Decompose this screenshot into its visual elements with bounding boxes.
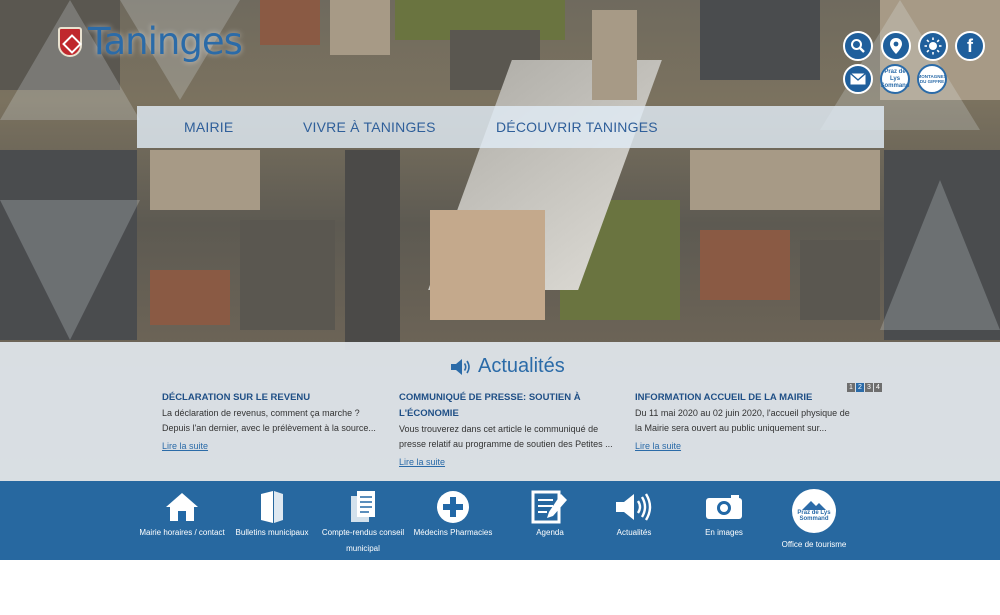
documents-icon bbox=[313, 489, 413, 525]
quick-link-tourisme[interactable]: Praz de Lys Sommand Office de tourisme bbox=[764, 489, 864, 553]
quick-link-medecins[interactable]: Médecins Pharmacies bbox=[403, 489, 503, 541]
news-title: Actualités bbox=[478, 355, 565, 377]
quick-link-label: Bulletins municipaux bbox=[235, 528, 309, 537]
tourism-badge-icon: Praz de Lys Sommand bbox=[764, 489, 864, 533]
montagnes-giffre-badge[interactable]: MONTAGNES DU GIFFRE bbox=[917, 64, 947, 94]
main-nav: MAIRIE VIVRE À TANINGES DÉCOUVRIR TANING… bbox=[137, 106, 884, 148]
weather-icon[interactable] bbox=[918, 31, 948, 61]
article-excerpt: Vous trouverez dans cet article le commu… bbox=[399, 424, 613, 449]
nav-item-mairie[interactable]: MAIRIE bbox=[184, 119, 233, 135]
facebook-icon[interactable]: f bbox=[955, 31, 985, 61]
quick-link-label: Compte-rendus conseil municipal bbox=[321, 528, 405, 553]
pager-page-4[interactable]: 4 bbox=[874, 383, 882, 392]
article-excerpt: La déclaration de revenus, comment ça ma… bbox=[162, 408, 376, 433]
quick-link-mairie[interactable]: Mairie horaires / contact bbox=[132, 489, 232, 541]
article-title[interactable]: INFORMATION ACCUEIL DE LA MAIRIE bbox=[635, 390, 855, 406]
nav-item-decouvrir[interactable]: DÉCOUVRIR TANINGES bbox=[496, 119, 658, 135]
quick-link-actualites[interactable]: Actualités bbox=[584, 489, 684, 541]
speaker-icon bbox=[584, 489, 684, 525]
quick-link-label: Actualités bbox=[616, 528, 652, 537]
article-excerpt: Du 11 mai 2020 au 02 juin 2020, l'accuei… bbox=[635, 408, 850, 433]
quick-link-compte-rendus[interactable]: Compte-rendus conseil municipal bbox=[313, 489, 413, 557]
camera-icon bbox=[674, 489, 774, 525]
pager-page-3[interactable]: 3 bbox=[865, 383, 873, 392]
speaker-icon bbox=[451, 358, 470, 375]
logo-text: Taninges bbox=[88, 20, 243, 63]
mail-icon[interactable] bbox=[843, 64, 873, 94]
quick-link-label: En images bbox=[705, 528, 743, 537]
search-icon[interactable] bbox=[843, 31, 873, 61]
read-more-link[interactable]: Lire la suite bbox=[399, 455, 445, 470]
medical-cross-icon bbox=[403, 489, 503, 525]
praz-de-lys-badge[interactable]: Praz de Lys Sommand bbox=[880, 64, 910, 94]
article-title[interactable]: DÉCLARATION SUR LE REVENU bbox=[162, 390, 382, 406]
quick-link-label: Médecins Pharmacies bbox=[413, 528, 493, 537]
book-icon bbox=[222, 489, 322, 525]
read-more-link[interactable]: Lire la suite bbox=[635, 439, 681, 454]
article-title[interactable]: COMMUNIQUÉ DE PRESSE: SOUTIEN À L'ÉCONOM… bbox=[399, 390, 619, 422]
news-article: DÉCLARATION SUR LE REVENU La déclaration… bbox=[162, 390, 382, 454]
news-article: INFORMATION ACCUEIL DE LA MAIRIE Du 11 m… bbox=[635, 390, 855, 454]
quick-link-en-images[interactable]: En images bbox=[674, 489, 774, 541]
page: Taninges f Praz de Lys Sommand MONTAGNES… bbox=[0, 0, 1000, 615]
coat-of-arms-icon bbox=[58, 26, 82, 57]
quick-link-label: Mairie horaires / contact bbox=[139, 528, 225, 537]
house-icon bbox=[132, 489, 232, 525]
news-article: COMMUNIQUÉ DE PRESSE: SOUTIEN À L'ÉCONOM… bbox=[399, 390, 619, 470]
location-icon[interactable] bbox=[881, 31, 911, 61]
page-footer-space bbox=[0, 560, 1000, 615]
site-logo[interactable]: Taninges bbox=[58, 20, 243, 63]
quick-link-bulletins[interactable]: Bulletins municipaux bbox=[222, 489, 322, 541]
quick-link-label: Office de tourisme bbox=[781, 540, 847, 549]
read-more-link[interactable]: Lire la suite bbox=[162, 439, 208, 454]
pager-page-2[interactable]: 2 bbox=[856, 383, 864, 392]
nav-item-vivre[interactable]: VIVRE À TANINGES bbox=[303, 119, 436, 135]
news-heading: Actualités bbox=[450, 355, 565, 378]
